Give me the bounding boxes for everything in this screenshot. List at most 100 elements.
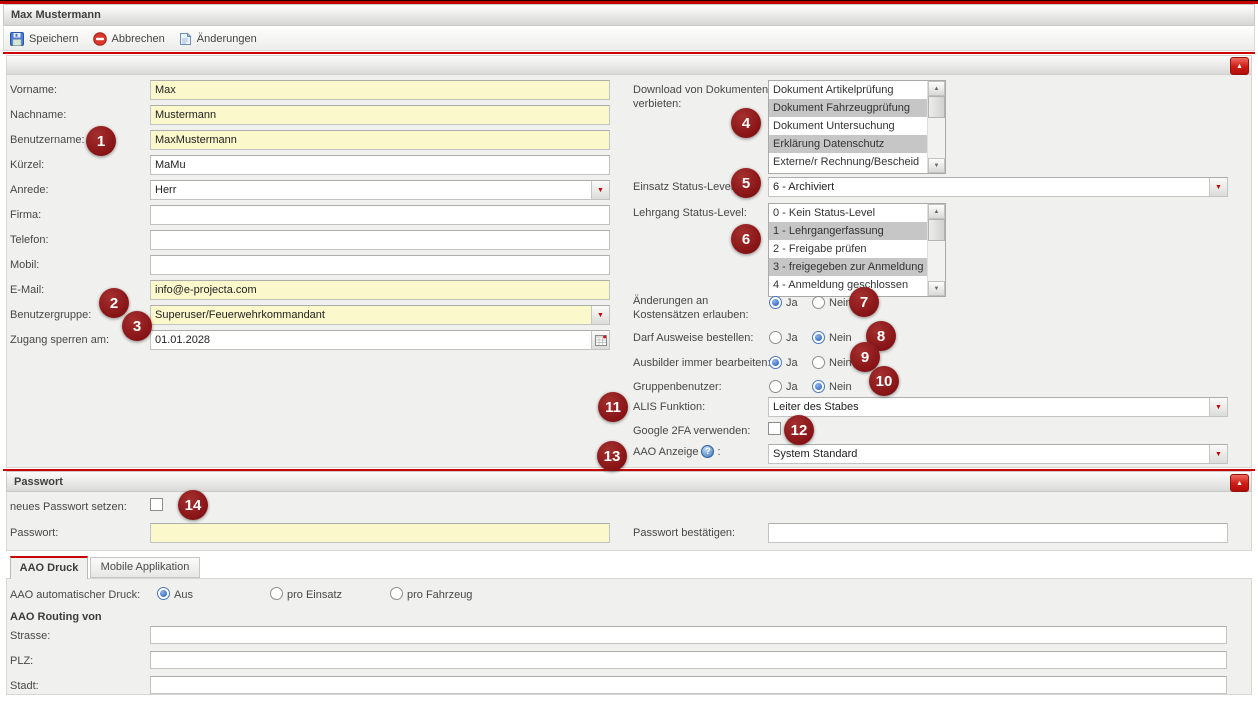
- gruppenbenutzer-ja-radio[interactable]: [769, 380, 782, 393]
- list-item[interactable]: 4 - Anmeldung geschlossen: [769, 276, 928, 294]
- list-item[interactable]: Erklärung Datenschutz: [769, 135, 928, 153]
- plz-label: PLZ:: [10, 655, 33, 667]
- lehrgang-status-listbox[interactable]: 0 - Kein Status-Level 1 - Lehrgangerfass…: [768, 203, 946, 297]
- help-icon[interactable]: [701, 445, 714, 458]
- ausbilder-nein-radio[interactable]: [812, 356, 825, 369]
- nachname-label: Nachname:: [10, 109, 66, 121]
- anrede-label: Anrede:: [10, 184, 49, 196]
- ausbilder-ja-label: Ja: [786, 357, 798, 369]
- cancel-button[interactable]: Abbrechen: [93, 32, 165, 46]
- list-item[interactable]: Dokument Untersuchung: [769, 117, 928, 135]
- kostensaetze-label-line2: Kostensätzen erlauben:: [633, 309, 749, 321]
- einsatz-status-value: 6 - Archiviert: [769, 178, 1209, 196]
- stadt-input[interactable]: [150, 676, 1227, 694]
- chevron-down-icon[interactable]: [1209, 398, 1227, 416]
- anrede-select[interactable]: Herr: [150, 180, 610, 200]
- save-button[interactable]: Speichern: [10, 32, 79, 46]
- auto-druck-aus-radio[interactable]: [157, 587, 170, 600]
- annotation-badge-12: 12: [784, 415, 814, 445]
- email-input[interactable]: [150, 280, 610, 300]
- nachname-input[interactable]: [150, 105, 610, 125]
- aao-anzeige-select[interactable]: System Standard: [768, 444, 1228, 464]
- gruppenbenutzer-nein-radio[interactable]: [812, 380, 825, 393]
- ausbilder-ja-radio[interactable]: [769, 356, 782, 369]
- aao-anzeige-label-colon: :: [717, 446, 720, 458]
- telefon-input[interactable]: [150, 230, 610, 250]
- ausweise-ja-radio[interactable]: [769, 331, 782, 344]
- auto-druck-pro-fahrzeug-label: pro Fahrzeug: [407, 589, 472, 601]
- google-2fa-checkbox[interactable]: [768, 422, 781, 435]
- scroll-down-icon[interactable]: [928, 158, 945, 173]
- ausweise-label: Darf Ausweise bestellen:: [633, 332, 753, 344]
- scrollbar[interactable]: [927, 81, 945, 173]
- tab-mobile-applikation[interactable]: Mobile Applikation: [90, 557, 200, 578]
- save-button-label: Speichern: [29, 33, 79, 45]
- chevron-down-icon[interactable]: [1209, 445, 1227, 463]
- passwort-label: Passwort:: [10, 527, 58, 539]
- window-titlebar: Max Mustermann: [3, 4, 1255, 26]
- mobil-input[interactable]: [150, 255, 610, 275]
- user-data-panel-header: [7, 56, 1251, 75]
- kostensaetze-ja-label: Ja: [786, 297, 798, 309]
- list-item[interactable]: Dokument Fahrzeugprüfung: [769, 99, 928, 117]
- ausbilder-label: Ausbilder immer bearbeiten:: [633, 357, 771, 369]
- download-docs-label-line1: Download von Dokumenten: [633, 84, 768, 96]
- chevron-down-icon[interactable]: [591, 306, 609, 324]
- benutzergruppe-value: Superuser/Feuerwehrkommandant: [151, 306, 591, 324]
- chevron-down-icon[interactable]: [1209, 178, 1227, 196]
- scroll-down-icon[interactable]: [928, 281, 945, 296]
- gruppenbenutzer-nein-label: Nein: [829, 381, 852, 393]
- list-item[interactable]: Externe/r Rechnung/Bescheid: [769, 153, 928, 171]
- list-item[interactable]: 0 - Kein Status-Level: [769, 204, 928, 222]
- passwort-bestaetigen-label: Passwort bestätigen:: [633, 527, 735, 539]
- auto-druck-pro-fahrzeug-radio[interactable]: [390, 587, 403, 600]
- scroll-up-icon[interactable]: [928, 204, 945, 219]
- auto-druck-pro-einsatz-radio[interactable]: [270, 587, 283, 600]
- tab-aao-druck[interactable]: AAO Druck: [10, 556, 88, 579]
- zugang-sperren-datefield[interactable]: 01.01.2028: [150, 330, 610, 350]
- download-docs-listbox[interactable]: Dokument Artikelprüfung Dokument Fahrzeu…: [768, 80, 946, 174]
- collapse-passwort-button[interactable]: [1230, 474, 1249, 492]
- passwort-input[interactable]: [150, 523, 610, 543]
- scroll-thumb[interactable]: [928, 219, 945, 241]
- changes-button[interactable]: Änderungen: [179, 32, 257, 46]
- list-item[interactable]: 1 - Lehrgangerfassung: [769, 222, 928, 240]
- calendar-icon[interactable]: [591, 331, 609, 349]
- list-item[interactable]: Dokument Artikelprüfung: [769, 81, 928, 99]
- google-2fa-label: Google 2FA verwenden:: [633, 425, 750, 437]
- annotation-badge-1: 1: [86, 126, 116, 156]
- benutzergruppe-label: Benutzergruppe:: [10, 309, 91, 321]
- einsatz-status-label: Einsatz Status-Level:: [633, 181, 736, 193]
- passwort-section-header: Passwort: [6, 471, 1252, 492]
- scroll-thumb[interactable]: [928, 96, 945, 118]
- list-item[interactable]: 3 - freigegeben zur Anmeldung: [769, 258, 928, 276]
- vorname-input[interactable]: [150, 80, 610, 100]
- zugang-sperren-value: 01.01.2028: [151, 331, 591, 349]
- cancel-icon: [93, 32, 107, 46]
- auto-druck-aus-label: Aus: [174, 589, 193, 601]
- collapse-panel-button[interactable]: [1230, 57, 1249, 75]
- chevron-down-icon[interactable]: [591, 181, 609, 199]
- gruppenbenutzer-ja-label: Ja: [786, 381, 798, 393]
- annotation-badge-2: 2: [99, 288, 129, 318]
- strasse-input[interactable]: [150, 626, 1227, 644]
- einsatz-status-select[interactable]: 6 - Archiviert: [768, 177, 1228, 197]
- scroll-up-icon[interactable]: [928, 81, 945, 96]
- benutzername-input[interactable]: [150, 130, 610, 150]
- plz-input[interactable]: [150, 651, 1227, 669]
- list-item[interactable]: 2 - Freigabe prüfen: [769, 240, 928, 258]
- email-label: E-Mail:: [10, 284, 44, 296]
- kuerzel-input[interactable]: [150, 155, 610, 175]
- firma-input[interactable]: [150, 205, 610, 225]
- benutzergruppe-select[interactable]: Superuser/Feuerwehrkommandant: [150, 305, 610, 325]
- neues-passwort-checkbox[interactable]: [150, 498, 163, 511]
- vorname-label: Vorname:: [10, 84, 57, 96]
- scrollbar[interactable]: [927, 204, 945, 296]
- annotation-badge-5: 5: [731, 168, 761, 198]
- kostensaetze-nein-radio[interactable]: [812, 296, 825, 309]
- alis-funktion-select[interactable]: Leiter des Stabes: [768, 397, 1228, 417]
- annotation-badge-7: 7: [849, 287, 879, 317]
- ausweise-nein-radio[interactable]: [812, 331, 825, 344]
- passwort-bestaetigen-input[interactable]: [768, 523, 1228, 543]
- kostensaetze-ja-radio[interactable]: [769, 296, 782, 309]
